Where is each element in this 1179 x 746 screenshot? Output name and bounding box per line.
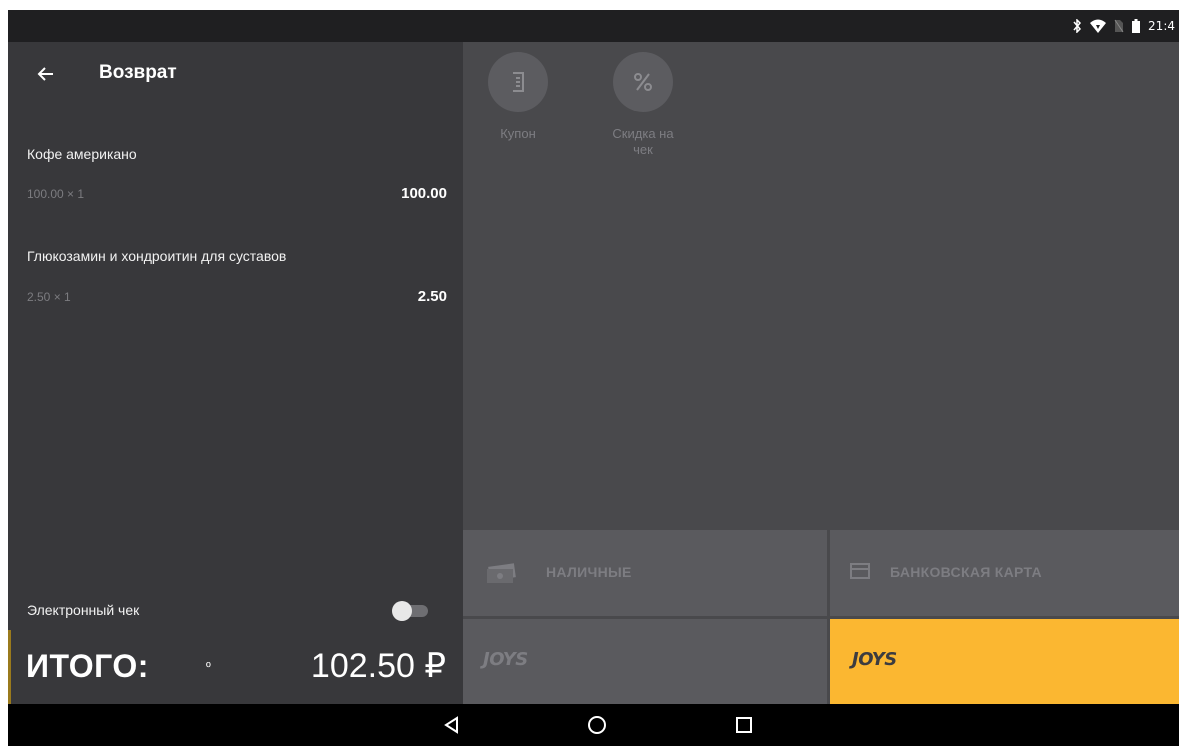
item-sum: 100.00 — [401, 185, 447, 202]
arrow-left-icon[interactable] — [34, 62, 58, 86]
check-discount-button[interactable]: Скидка на чек — [593, 52, 693, 158]
percent-icon — [613, 52, 673, 112]
battery-icon — [1132, 19, 1141, 33]
electronic-check-label: Электронный чек — [27, 602, 140, 618]
coupon-button[interactable]: Купон — [468, 52, 568, 142]
coupon-icon — [488, 52, 548, 112]
status-icons: 21:4 — [1072, 10, 1175, 42]
total-amount: 102.50 ₽ — [310, 647, 446, 685]
card-label: БАНКОВСКАЯ КАРТА — [890, 564, 1042, 580]
item-qty: 100.00 × 1 — [27, 187, 85, 201]
total-row: ИТОГО: º 102.50 ₽ — [8, 630, 463, 704]
item-sum: 2.50 — [417, 288, 447, 305]
check-discount-label: Скидка на чек — [612, 126, 674, 157]
item-name: Кофе американо — [27, 146, 137, 162]
payment-panel: Купон Скидка на чек НАЛИЧНЫЕ БАНКОВСКАЯ … — [463, 42, 1179, 704]
home-circle-icon[interactable] — [585, 713, 609, 737]
pos-screen: 21:4 Возврат Кофе американо 100.00 × 1 1… — [8, 10, 1179, 746]
joys-logo: JOYS — [483, 649, 528, 670]
total-accent-bar — [8, 630, 11, 704]
page-title: Возврат — [99, 62, 177, 83]
electronic-check-toggle[interactable] — [392, 601, 430, 621]
coupon-label: Купон — [500, 126, 536, 141]
joys-payment-button[interactable]: JOYS — [463, 619, 827, 704]
item-name: Глюкозамин и хондроитин для суставов — [27, 248, 287, 264]
total-marker: º — [206, 659, 211, 674]
system-nav-bar — [8, 704, 1179, 746]
wifi-icon — [1090, 19, 1107, 33]
no-sim-icon — [1114, 19, 1124, 33]
joys-logo: JOYS — [852, 649, 897, 670]
cash-icon — [485, 562, 519, 589]
toggle-knob — [392, 601, 412, 621]
cash-payment-button[interactable]: НАЛИЧНЫЕ — [463, 530, 827, 616]
back-triangle-icon[interactable] — [440, 713, 464, 737]
status-time: 21:4 — [1148, 19, 1175, 33]
receipt-header: Возврат — [8, 42, 463, 102]
card-icon — [850, 563, 870, 584]
total-label: ИТОГО: — [26, 648, 149, 684]
recents-square-icon[interactable] — [732, 713, 756, 737]
card-payment-button[interactable]: БАНКОВСКАЯ КАРТА — [830, 530, 1179, 616]
cash-label: НАЛИЧНЫЕ — [546, 564, 632, 580]
item-qty: 2.50 × 1 — [27, 290, 71, 304]
status-bar: 21:4 — [8, 10, 1179, 42]
bluetooth-icon — [1072, 19, 1082, 33]
joys-highlight-button[interactable]: JOYS — [830, 619, 1179, 704]
receipt-panel: Возврат Кофе американо 100.00 × 1 100.00… — [8, 42, 463, 704]
